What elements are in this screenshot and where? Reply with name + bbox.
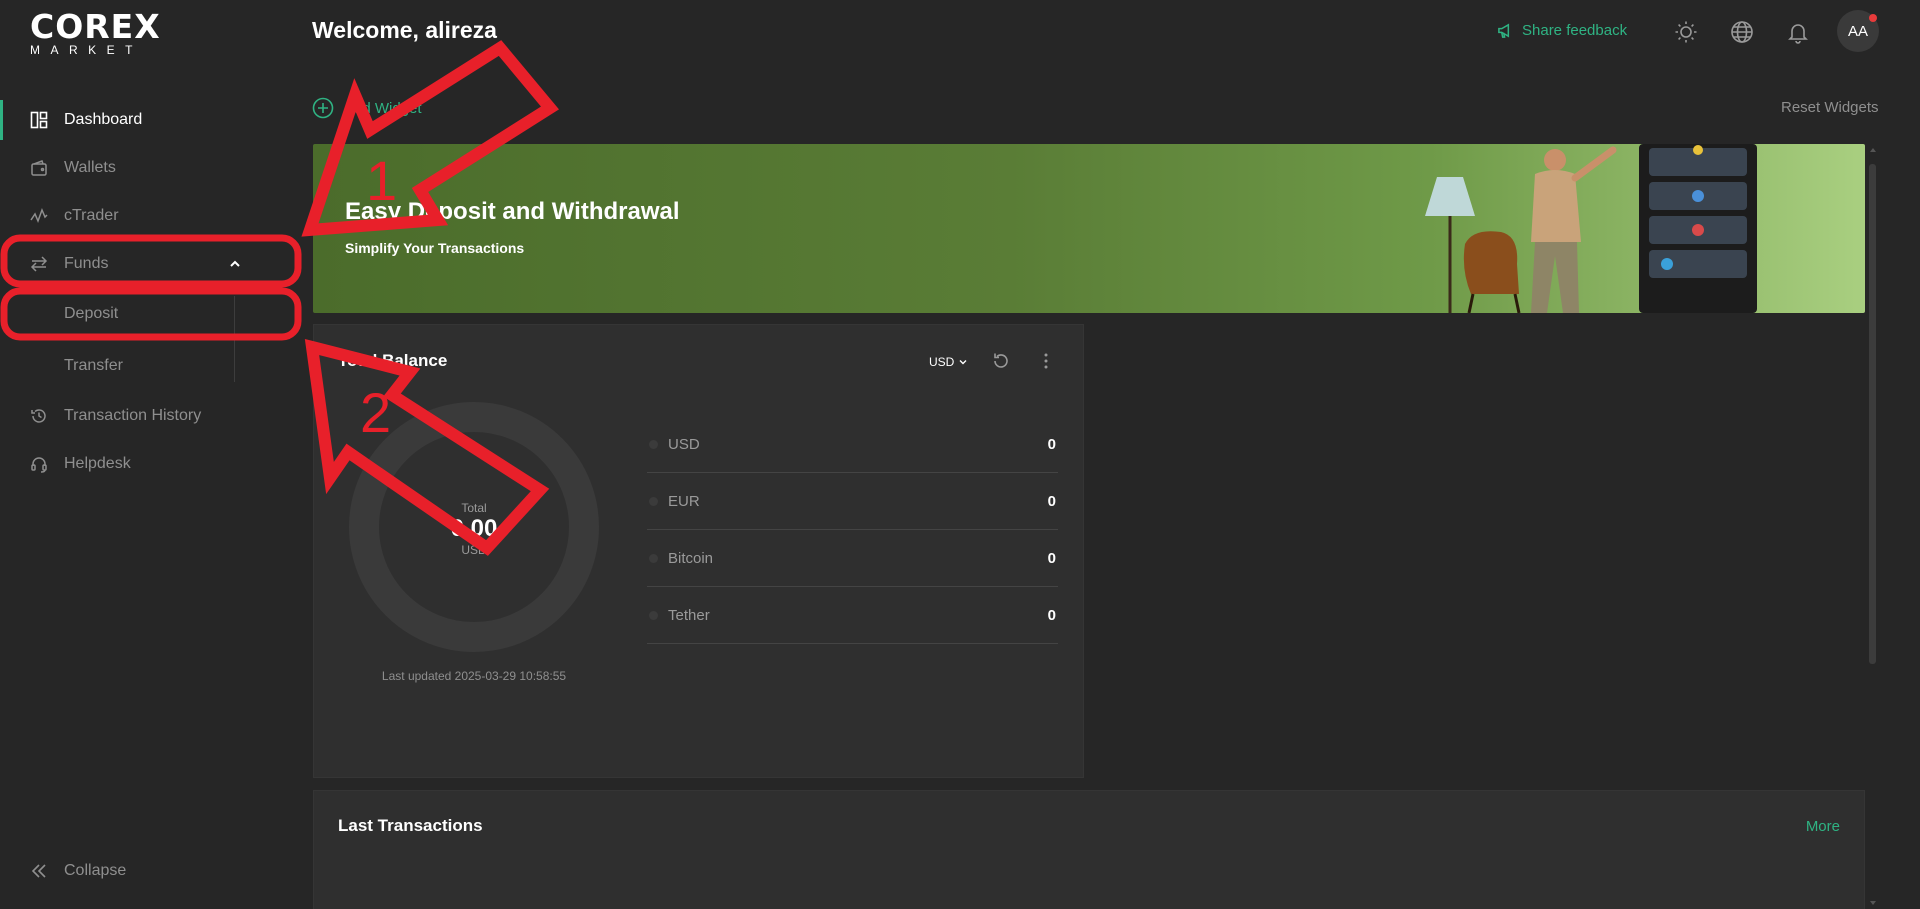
person-arm	[1571, 146, 1617, 182]
chair-leg	[1467, 293, 1475, 313]
last-transactions-card: Last Transactions More	[313, 790, 1865, 909]
last-updated-text: Last updated 2025-03-29 10:58:55	[381, 669, 567, 683]
legend-dot	[649, 439, 658, 449]
sidebar-item-dashboard[interactable]: Dashboard	[0, 96, 306, 144]
donut-total-value: 0.00	[450, 515, 498, 542]
page-title: Welcome, alireza	[312, 17, 497, 43]
sidebar: COREX MARKET Dashboard Wallets cTrader F…	[0, 0, 306, 909]
balance-row-eur: EUR 0	[647, 473, 1058, 530]
sidebar-item-label: cTrader	[64, 207, 119, 224]
history-icon	[30, 407, 48, 425]
chair-leg	[1513, 293, 1521, 313]
balance-row-name: Tether	[668, 606, 710, 624]
balance-row-usd: USD 0	[647, 416, 1058, 473]
scrollbar-thumb[interactable]	[1869, 164, 1876, 664]
avatar-initials: AA	[1847, 22, 1868, 40]
scroll-down-arrow	[1870, 901, 1876, 905]
currency-select[interactable]: USD	[929, 355, 968, 369]
collapse-button[interactable]: Collapse	[30, 862, 126, 880]
donut-total-unit: USD	[461, 543, 487, 557]
sidebar-subitem-deposit[interactable]: Deposit	[0, 288, 306, 340]
card-title: Total Balance	[338, 351, 448, 370]
sidebar-item-wallets[interactable]: Wallets	[0, 144, 306, 192]
total-balance-card: Total Balance USD Total 0.00 USD USD 0 E…	[313, 324, 1084, 778]
sidebar-item-helpdesk[interactable]: Helpdesk	[0, 440, 306, 488]
transfer-arrows-icon	[30, 255, 48, 273]
armchair	[1463, 231, 1519, 294]
balance-row-name: Bitcoin	[668, 549, 714, 567]
legend-dot	[649, 496, 658, 506]
phone-coin-icon	[1661, 258, 1673, 270]
chevron-down-icon	[959, 360, 967, 365]
submenu-divider	[234, 296, 235, 382]
sidebar-subitem-label: Deposit	[64, 305, 119, 322]
balance-row-value: 0	[1047, 492, 1056, 510]
logo-tagline: MARKET	[30, 43, 144, 57]
sidebar-subitem-label: Transfer	[64, 357, 123, 374]
person-trousers	[1531, 242, 1579, 313]
card-title: Last Transactions	[338, 816, 483, 835]
megaphone-icon	[1498, 23, 1510, 38]
double-chevron-left-icon	[30, 862, 48, 880]
balance-row-tether: Tether 0	[647, 587, 1058, 644]
collapse-label: Collapse	[64, 862, 127, 879]
promo-banner[interactable]: Easy Deposit and Withdrawal Simplify You…	[313, 144, 1865, 313]
share-feedback-label: Share feedback	[1522, 22, 1628, 39]
balance-row-name: EUR	[668, 492, 700, 510]
phone-coin-icon	[1692, 190, 1704, 202]
sidebar-item-label: Transaction History	[64, 407, 202, 424]
refresh-icon[interactable]	[991, 351, 1011, 371]
notification-dot	[1869, 14, 1877, 22]
legend-dot	[649, 553, 658, 563]
bell-icon[interactable]	[1786, 20, 1810, 44]
lamp-shade	[1425, 177, 1475, 216]
add-widget-label: Add Widget	[344, 99, 422, 117]
chevron-up-icon[interactable]	[228, 257, 242, 271]
globe-icon[interactable]	[1730, 20, 1754, 44]
phone-coin-icon	[1692, 224, 1704, 236]
balance-row-bitcoin: Bitcoin 0	[647, 530, 1058, 587]
more-link[interactable]: More	[1806, 818, 1840, 835]
balance-row-value: 0	[1047, 606, 1056, 624]
currency-select-value: USD	[929, 355, 955, 369]
legend-dot	[649, 610, 658, 620]
avatar[interactable]: AA	[1837, 10, 1879, 52]
share-feedback-button[interactable]: Share feedback	[1497, 22, 1627, 39]
scroll-up-arrow	[1870, 148, 1876, 152]
corex-market-logo[interactable]: COREX MARKET	[30, 7, 161, 57]
plus-circle-icon	[312, 97, 334, 119]
app-root: COREX MARKET Dashboard Wallets cTrader F…	[0, 0, 1920, 909]
sidebar-item-funds[interactable]: Funds	[0, 240, 306, 288]
banner-illustration	[1425, 144, 1757, 313]
headset-icon	[30, 455, 48, 473]
sidebar-item-label: Funds	[64, 255, 109, 272]
person-head	[1544, 149, 1566, 171]
add-widget-button[interactable]: Add Widget	[312, 97, 422, 119]
sidebar-item-label: Helpdesk	[64, 455, 131, 472]
dashboard-icon	[30, 111, 48, 129]
sun-icon[interactable]	[1674, 20, 1698, 44]
phone-coin-icon	[1693, 145, 1703, 155]
sidebar-item-ctrader[interactable]: cTrader	[0, 192, 306, 240]
sidebar-subitem-transfer[interactable]: Transfer	[0, 340, 306, 392]
more-vertical-icon[interactable]	[1036, 351, 1056, 371]
reset-widgets-button[interactable]: Reset Widgets	[1781, 99, 1879, 116]
balance-donut-chart: Total 0.00 USD	[349, 402, 599, 652]
wallet-icon	[30, 159, 48, 177]
balance-row-value: 0	[1047, 549, 1056, 567]
logo-wordmark: COREX	[30, 7, 161, 46]
sidebar-item-label: Wallets	[64, 159, 116, 176]
sidebar-nav: Dashboard Wallets cTrader Funds Deposit …	[0, 96, 306, 488]
sidebar-item-label: Dashboard	[64, 111, 143, 128]
sidebar-item-transaction-history[interactable]: Transaction History	[0, 392, 306, 440]
donut-total-label: Total	[461, 501, 487, 515]
balance-row-name: USD	[668, 435, 700, 453]
balance-row-value: 0	[1047, 435, 1056, 453]
ctrader-icon	[30, 207, 48, 225]
